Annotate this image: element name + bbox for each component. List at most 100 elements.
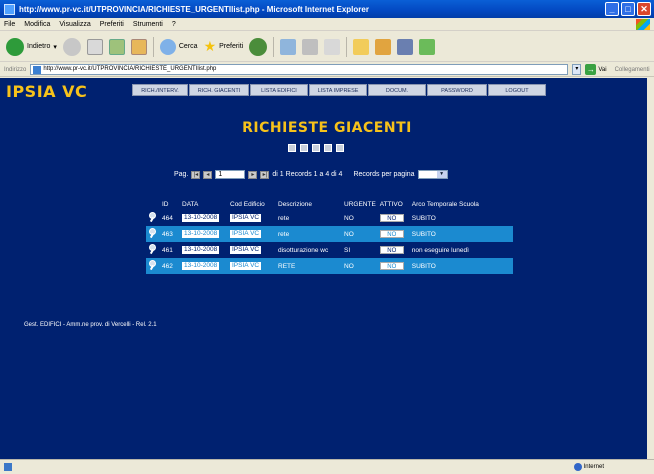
edit-icon[interactable] bbox=[148, 260, 158, 270]
col-header-arco[interactable]: Arco Temporale Scuola bbox=[409, 198, 513, 210]
id-cell: 463 bbox=[160, 226, 180, 242]
nav-lista-edifici[interactable]: LISTA EDIFICI bbox=[250, 84, 308, 96]
export-xml-icon[interactable] bbox=[336, 144, 344, 152]
back-arrow-icon bbox=[6, 37, 24, 56]
refresh-icon[interactable] bbox=[108, 38, 125, 55]
search-label: Cerca bbox=[178, 43, 198, 50]
urgente-cell: NO bbox=[342, 258, 378, 274]
urgente-cell: NO bbox=[342, 226, 378, 242]
nav-lista-imprese[interactable]: LISTA IMPRESE bbox=[309, 84, 367, 96]
url-input[interactable]: http://www.pr-vc.it/UTPROVINCIA/RICHIEST… bbox=[30, 64, 569, 75]
forward-arrow-icon[interactable] bbox=[62, 37, 81, 56]
search-button[interactable]: Cerca bbox=[159, 38, 198, 55]
edit-cell[interactable] bbox=[146, 210, 160, 226]
home-icon[interactable] bbox=[130, 38, 147, 55]
edit-icon[interactable] bbox=[148, 244, 158, 254]
export-excel-icon[interactable] bbox=[312, 144, 320, 152]
vertical-scrollbar[interactable] bbox=[647, 78, 654, 459]
next-page-button[interactable]: ▸ bbox=[248, 170, 258, 179]
links-label[interactable]: Collegamenti bbox=[615, 67, 650, 73]
urgente-cell: NO bbox=[342, 210, 378, 226]
edit-icon[interactable] bbox=[148, 228, 158, 238]
toolbar-separator bbox=[346, 36, 348, 57]
col-header-edit bbox=[146, 198, 160, 210]
records-summary: di 1 Records 1 a 4 di 4 bbox=[272, 171, 343, 178]
descrizione-cell: RETE bbox=[276, 258, 342, 274]
menu-help[interactable]: ? bbox=[172, 21, 176, 28]
table-row: 462 13-10-2008 IPSIA VC RETE NO NO SUBIT… bbox=[146, 258, 513, 274]
nav-rich-interv[interactable]: RICH./INTERV. bbox=[132, 84, 188, 96]
favorites-label: Preferiti bbox=[219, 43, 244, 50]
edit-icon[interactable] bbox=[148, 212, 158, 222]
arco-cell: SUBITO bbox=[409, 226, 513, 242]
page-content: IPSIA VC RICH./INTERV. RICH. GIACENTI LI… bbox=[0, 78, 654, 459]
history-icon[interactable] bbox=[249, 37, 268, 56]
page-number-input[interactable]: 1 bbox=[215, 170, 246, 179]
maximize-button[interactable]: □ bbox=[621, 2, 635, 16]
stop-icon[interactable] bbox=[86, 38, 103, 55]
col-header-attivo[interactable]: ATTIVO bbox=[377, 198, 410, 210]
toolbar-separator bbox=[273, 36, 275, 57]
browser-toolbar: Indietro ▾ Cerca ★ Preferiti bbox=[0, 32, 654, 62]
print-icon[interactable] bbox=[288, 144, 296, 152]
messenger-icon[interactable] bbox=[397, 38, 414, 55]
zone-label: Internet bbox=[583, 464, 604, 470]
menu-strumenti[interactable]: Strumenti bbox=[133, 21, 163, 28]
close-button[interactable]: ✕ bbox=[637, 2, 651, 16]
col-header-id[interactable]: ID bbox=[160, 198, 180, 210]
research-icon[interactable] bbox=[375, 38, 392, 55]
col-header-edificio[interactable]: Cod Edificio bbox=[228, 198, 276, 210]
prev-page-button[interactable]: ◂ bbox=[203, 170, 213, 179]
edit-cell[interactable] bbox=[146, 226, 160, 242]
search-icon bbox=[159, 38, 176, 55]
table-header-row: ID DATA Cod Edificio Descrizione URGENTE… bbox=[146, 198, 513, 210]
print-icon[interactable] bbox=[302, 38, 319, 55]
menu-file[interactable]: File bbox=[4, 21, 15, 28]
first-page-button[interactable]: |◂ bbox=[191, 170, 201, 179]
folder-icon[interactable] bbox=[353, 38, 370, 55]
window-controls: _ □ ✕ bbox=[605, 2, 651, 16]
nav-password[interactable]: PASSWORD bbox=[427, 84, 487, 96]
security-zone: Internet bbox=[573, 463, 604, 471]
export-icon[interactable] bbox=[300, 144, 308, 152]
edit-cell[interactable] bbox=[146, 242, 160, 258]
status-bar: Internet bbox=[0, 459, 654, 474]
edificio-value: IPSIA VC bbox=[230, 230, 262, 238]
arco-cell: non eseguire lunedì bbox=[409, 242, 513, 258]
footer-text: Gest. EDIFICI - Amm.ne prov. di Vercelli… bbox=[24, 322, 157, 328]
menu-visualizza[interactable]: Visualizza bbox=[59, 21, 90, 28]
attivo-cell: NO bbox=[377, 242, 410, 258]
menu-modifica[interactable]: Modifica bbox=[24, 21, 50, 28]
nav-logout[interactable]: LOGOUT bbox=[488, 84, 546, 96]
chevron-down-icon[interactable]: ▾ bbox=[53, 43, 57, 51]
edificio-value: IPSIA VC bbox=[230, 246, 262, 254]
id-cell: 464 bbox=[160, 210, 180, 226]
export-word-icon[interactable] bbox=[324, 144, 332, 152]
edit-cell[interactable] bbox=[146, 258, 160, 274]
records-table: ID DATA Cod Edificio Descrizione URGENTE… bbox=[146, 198, 513, 274]
menu-preferiti[interactable]: Preferiti bbox=[100, 21, 124, 28]
edificio-cell: IPSIA VC bbox=[228, 210, 276, 226]
table-row: 463 13-10-2008 IPSIA VC rete NO NO SUBIT… bbox=[146, 226, 513, 242]
address-label: Indirizzo bbox=[4, 66, 27, 73]
minimize-button[interactable]: _ bbox=[605, 2, 619, 16]
favorites-button[interactable]: ★ Preferiti bbox=[204, 38, 244, 55]
nav-docum[interactable]: DOCUM. bbox=[368, 84, 426, 96]
data-cell: 13-10-2008 bbox=[180, 210, 228, 226]
nav-rich-giacenti[interactable]: RICH. GIACENTI bbox=[189, 84, 249, 96]
go-button[interactable]: → Vai bbox=[585, 64, 607, 75]
address-dropdown[interactable]: ▾ bbox=[572, 64, 582, 75]
back-button[interactable]: Indietro ▾ bbox=[6, 37, 57, 56]
col-header-urgente[interactable]: URGENTE bbox=[342, 198, 378, 210]
window-title: http://www.pr-vc.it/UTPROVINCIA/RICHIEST… bbox=[19, 4, 369, 14]
tools-icon[interactable] bbox=[419, 38, 436, 55]
per-page-select[interactable]: ▼ bbox=[417, 170, 448, 179]
last-page-button[interactable]: ▸| bbox=[260, 170, 270, 179]
edificio-cell: IPSIA VC bbox=[228, 242, 276, 258]
edit-page-icon[interactable] bbox=[324, 38, 341, 55]
id-cell: 461 bbox=[160, 242, 180, 258]
col-header-descrizione[interactable]: Descrizione bbox=[276, 198, 342, 210]
mail-icon[interactable] bbox=[280, 38, 297, 55]
edificio-value: IPSIA VC bbox=[230, 262, 262, 270]
col-header-data[interactable]: DATA bbox=[180, 198, 228, 210]
